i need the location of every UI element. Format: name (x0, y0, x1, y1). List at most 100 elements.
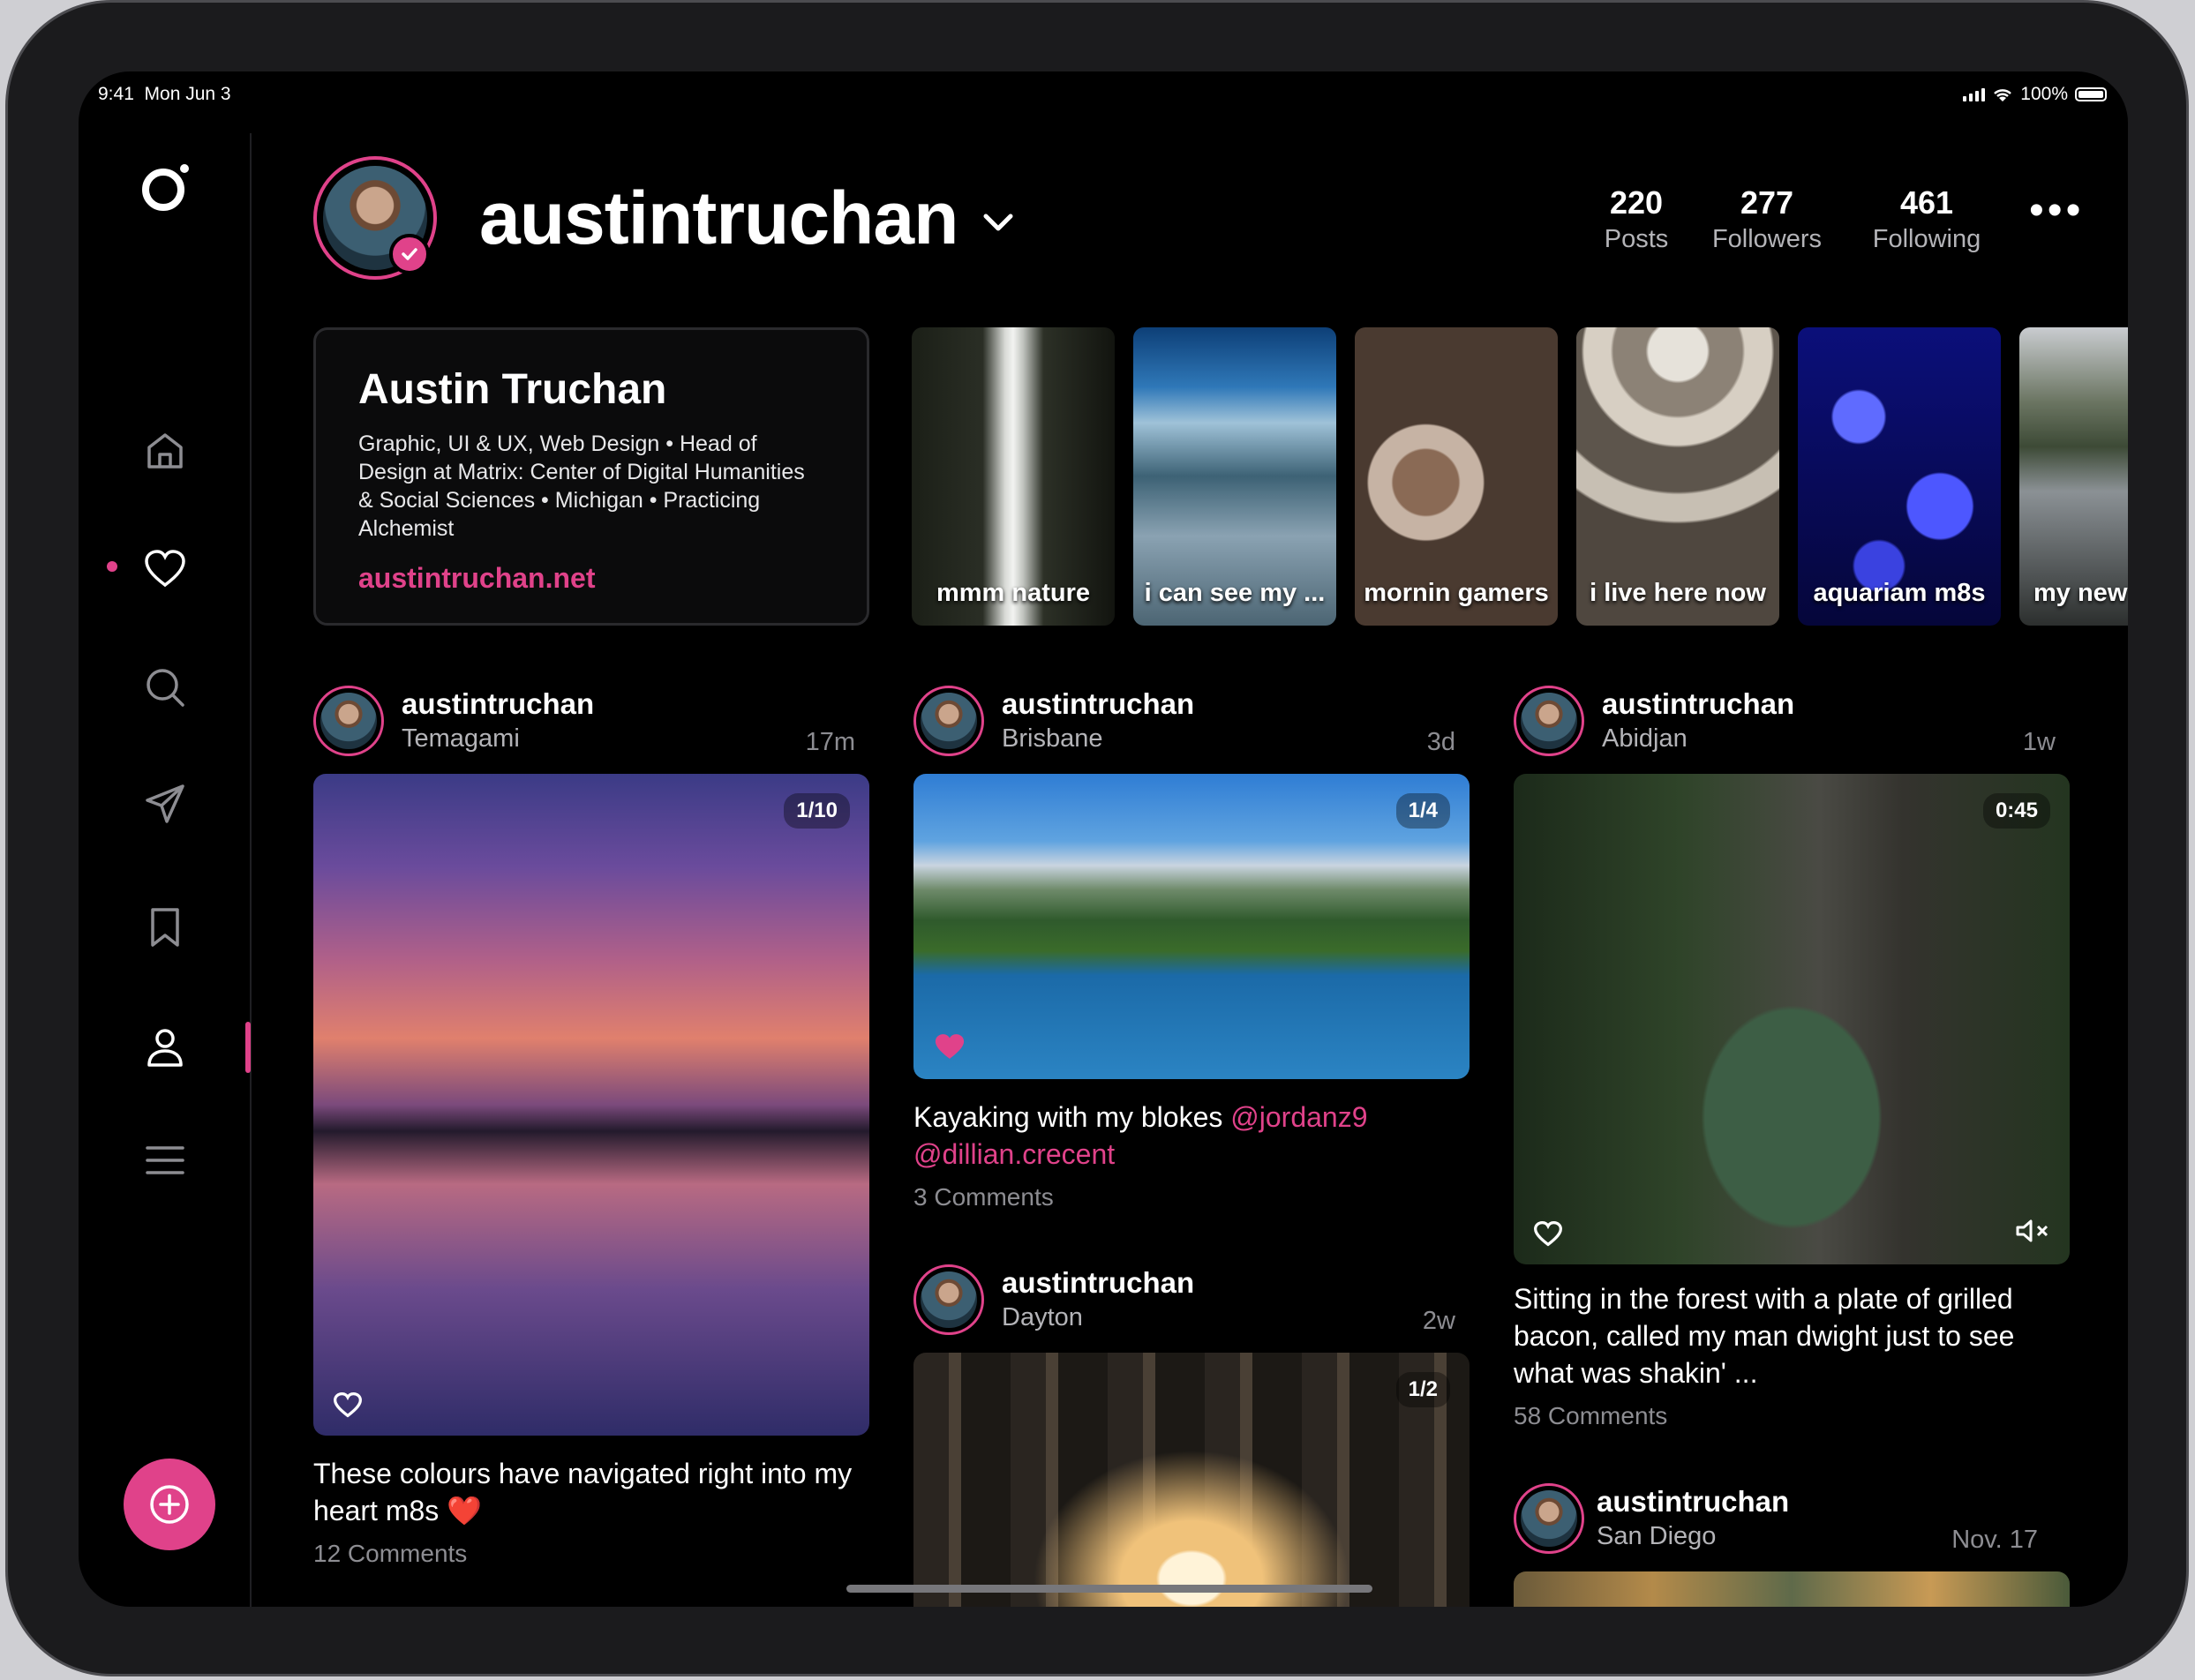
highlight-item[interactable]: mornin gamers (1355, 327, 1558, 626)
post-avatar[interactable] (913, 1264, 984, 1335)
post-time: 2w (1422, 1307, 1455, 1335)
post-time: Nov. 17 (1951, 1526, 2038, 1554)
check-icon (402, 248, 417, 260)
post-time: 17m (805, 728, 855, 756)
post-location[interactable]: Temagami (402, 724, 520, 754)
logo-icon[interactable] (140, 161, 192, 213)
post-caption: Kayaking with my blokes @jordanz9 @dilli… (913, 1099, 1470, 1173)
post-location[interactable]: Brisbane (1002, 724, 1102, 754)
nav-home[interactable] (140, 426, 190, 476)
avatar-photo (921, 693, 977, 749)
highlight-item[interactable]: i can see my ... (1133, 327, 1336, 626)
post-comments[interactable]: 3 Comments (913, 1183, 1054, 1211)
stat-following[interactable]: 461 Following (1838, 184, 2015, 254)
post-image[interactable]: 1/10 (313, 774, 869, 1436)
create-post-button[interactable] (124, 1459, 215, 1550)
send-icon (146, 784, 184, 823)
like-icon[interactable] (333, 1391, 363, 1418)
media-counter: 1/10 (784, 793, 850, 829)
post-header[interactable]: austintruchan Brisbane 3d (913, 680, 1455, 760)
post-header[interactable]: austintruchan San Diego Nov. 17 (1514, 1478, 2038, 1557)
post-caption: Sitting in the forest with a plate of gr… (1514, 1283, 2015, 1389)
highlight-item[interactable]: mmm nature (912, 327, 1115, 626)
post-location[interactable]: Dayton (1002, 1303, 1083, 1332)
mention-link[interactable]: @jordanz9 (1230, 1101, 1367, 1133)
sidebar (79, 71, 252, 1607)
profile-icon (147, 1029, 183, 1067)
status-bar: 9:41 Mon Jun 3 100% (79, 84, 2128, 116)
battery-icon (2075, 87, 2107, 101)
mention-link[interactable]: @dillian.crecent (913, 1138, 1115, 1170)
highlight-label: mornin gamers (1364, 579, 1549, 607)
media-counter: 1/2 (1395, 1372, 1450, 1407)
sidebar-divider (250, 133, 252, 1607)
post-username[interactable]: austintruchan (1002, 1266, 1194, 1300)
highlight-label: mmm nature (936, 579, 1091, 607)
battery-text: 100% (2020, 84, 2068, 104)
more-options-button[interactable]: ••• (2029, 190, 2084, 232)
post-header[interactable]: austintruchan Dayton 2w (913, 1259, 1455, 1339)
search-icon (147, 669, 184, 707)
stat-label: Following (1872, 225, 1981, 253)
post-caption: These colours have navigated right into … (313, 1458, 853, 1526)
post-image[interactable] (1514, 1571, 2070, 1607)
heart-icon (145, 550, 185, 588)
tablet-frame: 9:41 Mon Jun 3 100% austintruchan 220 Po… (5, 0, 2189, 1676)
liked-heart-icon[interactable] (933, 1031, 966, 1061)
add-icon (150, 1485, 189, 1524)
nav-menu[interactable] (140, 1136, 190, 1185)
post-avatar[interactable] (913, 686, 984, 756)
home-icon (147, 433, 183, 469)
website-link[interactable]: austintruchan.net (358, 562, 824, 595)
post-username[interactable]: austintruchan (1602, 687, 1794, 721)
highlight-item[interactable]: aquariam m8s (1798, 327, 2001, 626)
nav-saved[interactable] (140, 903, 190, 952)
post-comments[interactable]: 58 Comments (1514, 1402, 1667, 1430)
post-image[interactable]: 1/2 (913, 1353, 1470, 1607)
signal-icon (1963, 87, 1986, 101)
highlight-item[interactable]: my new (2019, 327, 2128, 626)
post-image[interactable]: 1/4 (913, 774, 1470, 1079)
profile-username[interactable]: austintruchan (479, 176, 958, 261)
post-comments[interactable]: 12 Comments (313, 1540, 467, 1568)
bio-text: Graphic, UI & UX, Web Design • Head of D… (358, 431, 805, 541)
like-icon[interactable] (1533, 1220, 1563, 1247)
status-right: 100% (1963, 84, 2107, 105)
wifi-icon (1994, 89, 2012, 101)
highlight-label: aquariam m8s (1813, 579, 1986, 607)
highlight-item[interactable]: i live here now (1576, 327, 1779, 626)
active-indicator-dot (107, 561, 117, 572)
post-header[interactable]: austintruchan Temagami 17m (313, 680, 855, 760)
post-header[interactable]: austintruchan Abidjan 1w (1514, 680, 2056, 760)
post-avatar[interactable] (313, 686, 384, 756)
mute-icon[interactable] (2015, 1219, 2050, 1243)
avatar-photo (921, 1271, 977, 1328)
post-username[interactable]: austintruchan (402, 687, 594, 721)
post-location[interactable]: Abidjan (1602, 724, 1688, 754)
nav-search[interactable] (140, 663, 190, 712)
post-username[interactable]: austintruchan (1597, 1485, 1789, 1519)
menu-icon (146, 1146, 184, 1174)
full-name: Austin Truchan (358, 366, 667, 413)
stat-followers[interactable]: 277 Followers (1679, 184, 1855, 254)
post-time: 3d (1426, 728, 1455, 756)
highlight-label: i live here now (1590, 579, 1766, 607)
home-indicator[interactable] (846, 1585, 1372, 1593)
avatar-photo (320, 693, 377, 749)
highlight-label: i can see my ... (1144, 579, 1326, 607)
post-avatar[interactable] (1514, 686, 1584, 756)
video-duration: 0:45 (1982, 793, 2050, 829)
avatar-photo (1521, 693, 1577, 749)
avatar-photo (1521, 1490, 1577, 1547)
bio-card: Austin Truchan Graphic, UI & UX, Web Des… (313, 327, 869, 626)
nav-messages[interactable] (140, 779, 190, 829)
post-username[interactable]: austintruchan (1002, 687, 1194, 721)
post-location[interactable]: San Diego (1597, 1522, 1716, 1551)
nav-activity[interactable] (140, 544, 190, 594)
post-video[interactable]: 0:45 (1514, 774, 2070, 1264)
nav-profile[interactable] (140, 1023, 190, 1072)
chevron-down-icon[interactable] (981, 211, 1016, 234)
caption-text: Kayaking with my blokes (913, 1101, 1223, 1133)
stat-label: Followers (1711, 225, 1823, 253)
post-avatar[interactable] (1514, 1483, 1584, 1554)
